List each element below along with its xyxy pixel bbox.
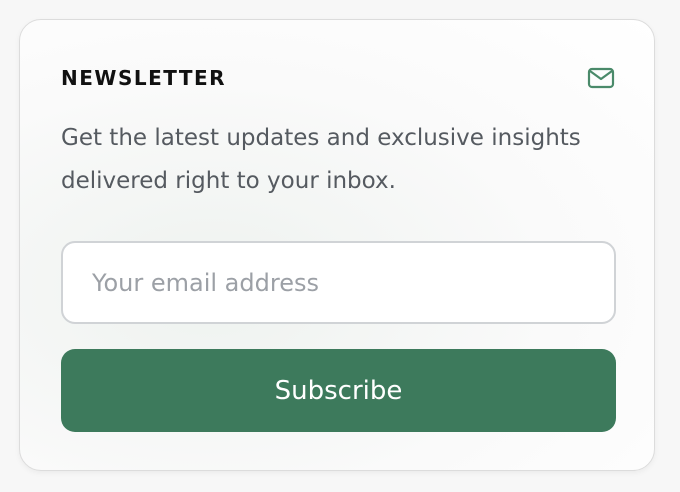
- email-input[interactable]: [61, 241, 616, 324]
- mail-icon: [587, 67, 615, 89]
- newsletter-header: NEWSLETTER: [61, 64, 615, 92]
- subscribe-button[interactable]: Subscribe: [61, 349, 616, 432]
- newsletter-card: NEWSLETTER Get the latest updates and ex…: [19, 19, 655, 471]
- newsletter-title: NEWSLETTER: [61, 66, 227, 90]
- newsletter-description: Get the latest updates and exclusive ins…: [61, 125, 581, 194]
